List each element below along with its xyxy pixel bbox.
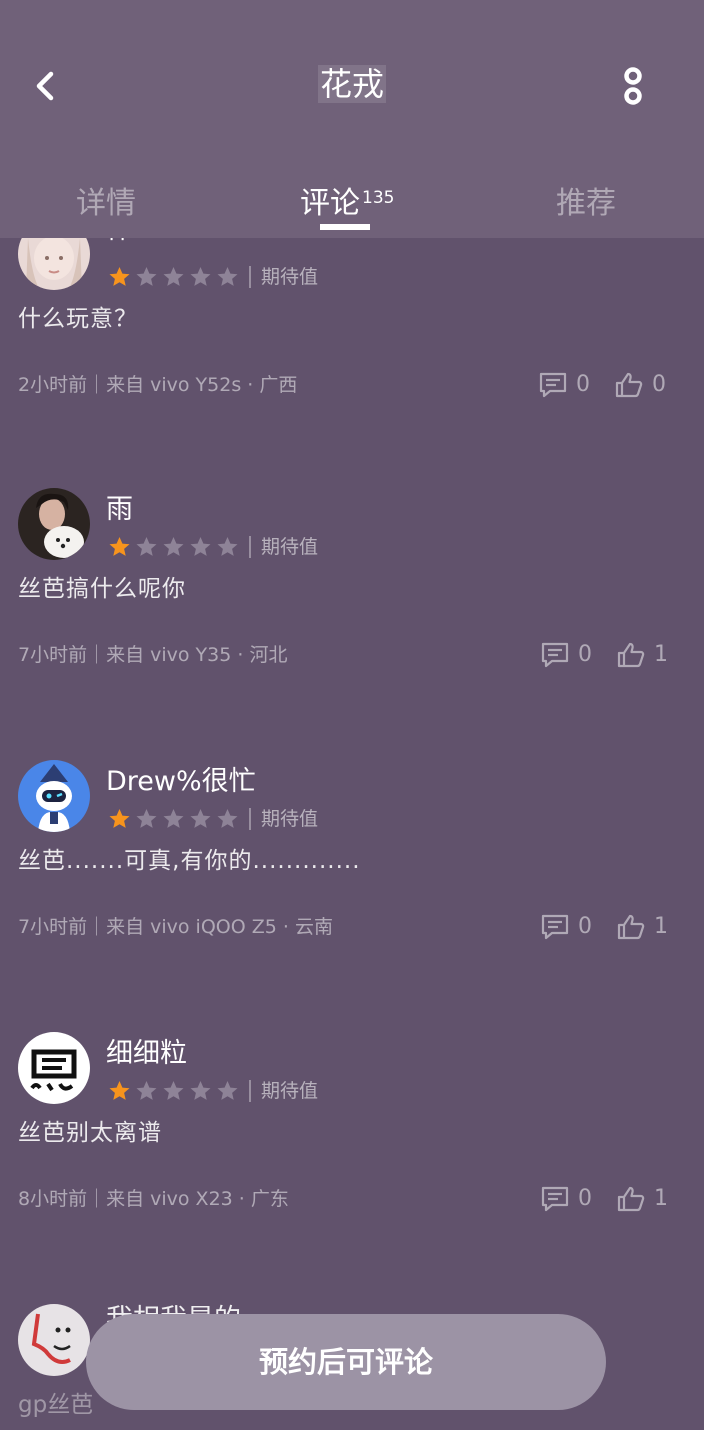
reply-button[interactable]: 0 bbox=[538, 368, 590, 402]
reply-button[interactable]: 0 bbox=[540, 638, 592, 672]
thumbs-up-icon bbox=[617, 914, 645, 940]
page-title-text: 花戎 bbox=[317, 65, 386, 103]
user-avatar[interactable] bbox=[18, 488, 90, 560]
user-avatar[interactable] bbox=[18, 760, 90, 832]
star-icon bbox=[190, 1081, 211, 1100]
star-rating: 期待值 bbox=[106, 532, 318, 562]
star-icon bbox=[109, 537, 130, 556]
reply-button[interactable]: 0 bbox=[540, 910, 592, 944]
reply-button[interactable]: 0 bbox=[540, 1182, 592, 1216]
star-icon bbox=[217, 267, 238, 286]
star-icon bbox=[190, 267, 211, 286]
username[interactable]: Drew%很忙 bbox=[106, 764, 256, 800]
star-icon bbox=[217, 1081, 238, 1100]
star-icon bbox=[109, 267, 130, 286]
comment-item: 伟 期待值 什么玩意？ 2小时前｜来自 vivo Y52s · 广西 0 0 bbox=[0, 214, 704, 438]
reply-count: 0 bbox=[576, 372, 590, 397]
rating-label: 期待值 bbox=[261, 266, 319, 288]
reply-count: 0 bbox=[578, 1186, 592, 1211]
like-button[interactable]: 1 bbox=[616, 1182, 668, 1216]
thumbs-up-icon bbox=[617, 1186, 645, 1212]
like-button[interactable]: 0 bbox=[614, 368, 666, 402]
like-count: 1 bbox=[654, 1186, 668, 1211]
star-icon bbox=[136, 1081, 157, 1100]
comment-meta: 7小时前｜来自 vivo iQOO Z5 · 云南 bbox=[18, 916, 333, 938]
rating-label: 期待值 bbox=[261, 536, 319, 558]
star-rating: 期待值 bbox=[106, 1076, 318, 1106]
comment-text[interactable]: 丝芭.......可真,有你的............. bbox=[18, 844, 361, 878]
comment-text[interactable]: gp丝芭 bbox=[18, 1388, 93, 1422]
star-icon bbox=[109, 809, 130, 828]
comment-icon bbox=[539, 372, 567, 398]
like-button[interactable]: 1 bbox=[616, 638, 668, 672]
top-header: 花戎 详情 评论 135 推荐 bbox=[0, 0, 704, 238]
divider bbox=[249, 536, 251, 558]
star-icon bbox=[136, 809, 157, 828]
comment-meta: 2小时前｜来自 vivo Y52s · 广西 bbox=[18, 374, 298, 396]
star-icon bbox=[163, 1081, 184, 1100]
reserve-to-comment-button[interactable]: 预约后可评论 bbox=[86, 1314, 606, 1410]
rating-label: 期待值 bbox=[261, 808, 319, 830]
tab-bar: 详情 评论 135 推荐 bbox=[0, 182, 704, 238]
comment-icon bbox=[541, 1186, 569, 1212]
username[interactable]: 细细粒 bbox=[106, 1036, 187, 1072]
tab-comments[interactable]: 评论 135 bbox=[300, 182, 394, 230]
comment-text[interactable]: 什么玩意？ bbox=[18, 302, 138, 336]
star-rating: 期待值 bbox=[106, 262, 318, 292]
star-icon bbox=[163, 809, 184, 828]
username[interactable]: 雨 bbox=[106, 492, 133, 528]
rating-label: 期待值 bbox=[261, 1080, 319, 1102]
comment-item: 雨 期待值 丝芭搞什么呢你 7小时前｜来自 vivo Y35 · 河北 0 1 bbox=[0, 488, 704, 708]
tab-label: 详情 bbox=[76, 186, 136, 221]
thumbs-up-icon bbox=[617, 642, 645, 668]
comment-icon bbox=[541, 642, 569, 668]
tab-details[interactable]: 详情 bbox=[76, 182, 136, 226]
star-icon bbox=[163, 267, 184, 286]
comment-meta: 7小时前｜来自 vivo Y35 · 河北 bbox=[18, 644, 288, 666]
star-rating: 期待值 bbox=[106, 804, 318, 834]
more-button[interactable] bbox=[616, 64, 650, 110]
star-icon bbox=[190, 537, 211, 556]
tab-label: 评论 bbox=[300, 186, 360, 221]
comment-item: Drew%很忙 期待值 丝芭.......可真,有你的.............… bbox=[0, 760, 704, 980]
comment-icon bbox=[541, 914, 569, 940]
user-avatar[interactable] bbox=[18, 1304, 90, 1376]
like-count: 0 bbox=[652, 372, 666, 397]
star-icon bbox=[190, 809, 211, 828]
reply-count: 0 bbox=[578, 642, 592, 667]
like-count: 1 bbox=[654, 642, 668, 667]
comment-text[interactable]: 丝芭搞什么呢你 bbox=[18, 572, 186, 606]
divider bbox=[249, 1080, 251, 1102]
thumbs-up-icon bbox=[615, 372, 643, 398]
star-icon bbox=[163, 537, 184, 556]
divider bbox=[249, 266, 251, 288]
comment-meta: 8小时前｜来自 vivo X23 · 广东 bbox=[18, 1188, 289, 1210]
comment-item: 细细粒 期待值 丝芭别太离谱 8小时前｜来自 vivo X23 · 广东 0 1 bbox=[0, 1032, 704, 1252]
like-button[interactable]: 1 bbox=[616, 910, 668, 944]
divider bbox=[249, 808, 251, 830]
comment-text[interactable]: 丝芭别太离谱 bbox=[18, 1116, 162, 1150]
star-icon bbox=[109, 1081, 130, 1100]
star-icon bbox=[217, 809, 238, 828]
star-icon bbox=[217, 537, 238, 556]
tab-label: 推荐 bbox=[556, 186, 616, 221]
tab-recommend[interactable]: 推荐 bbox=[556, 182, 616, 226]
star-icon bbox=[136, 537, 157, 556]
active-tab-indicator bbox=[320, 224, 370, 230]
star-icon bbox=[136, 267, 157, 286]
page-title: 花戎 bbox=[0, 62, 704, 106]
user-avatar[interactable] bbox=[18, 1032, 90, 1104]
more-icon bbox=[624, 67, 642, 105]
like-count: 1 bbox=[654, 914, 668, 939]
comment-count-badge: 135 bbox=[362, 188, 395, 208]
reply-count: 0 bbox=[578, 914, 592, 939]
